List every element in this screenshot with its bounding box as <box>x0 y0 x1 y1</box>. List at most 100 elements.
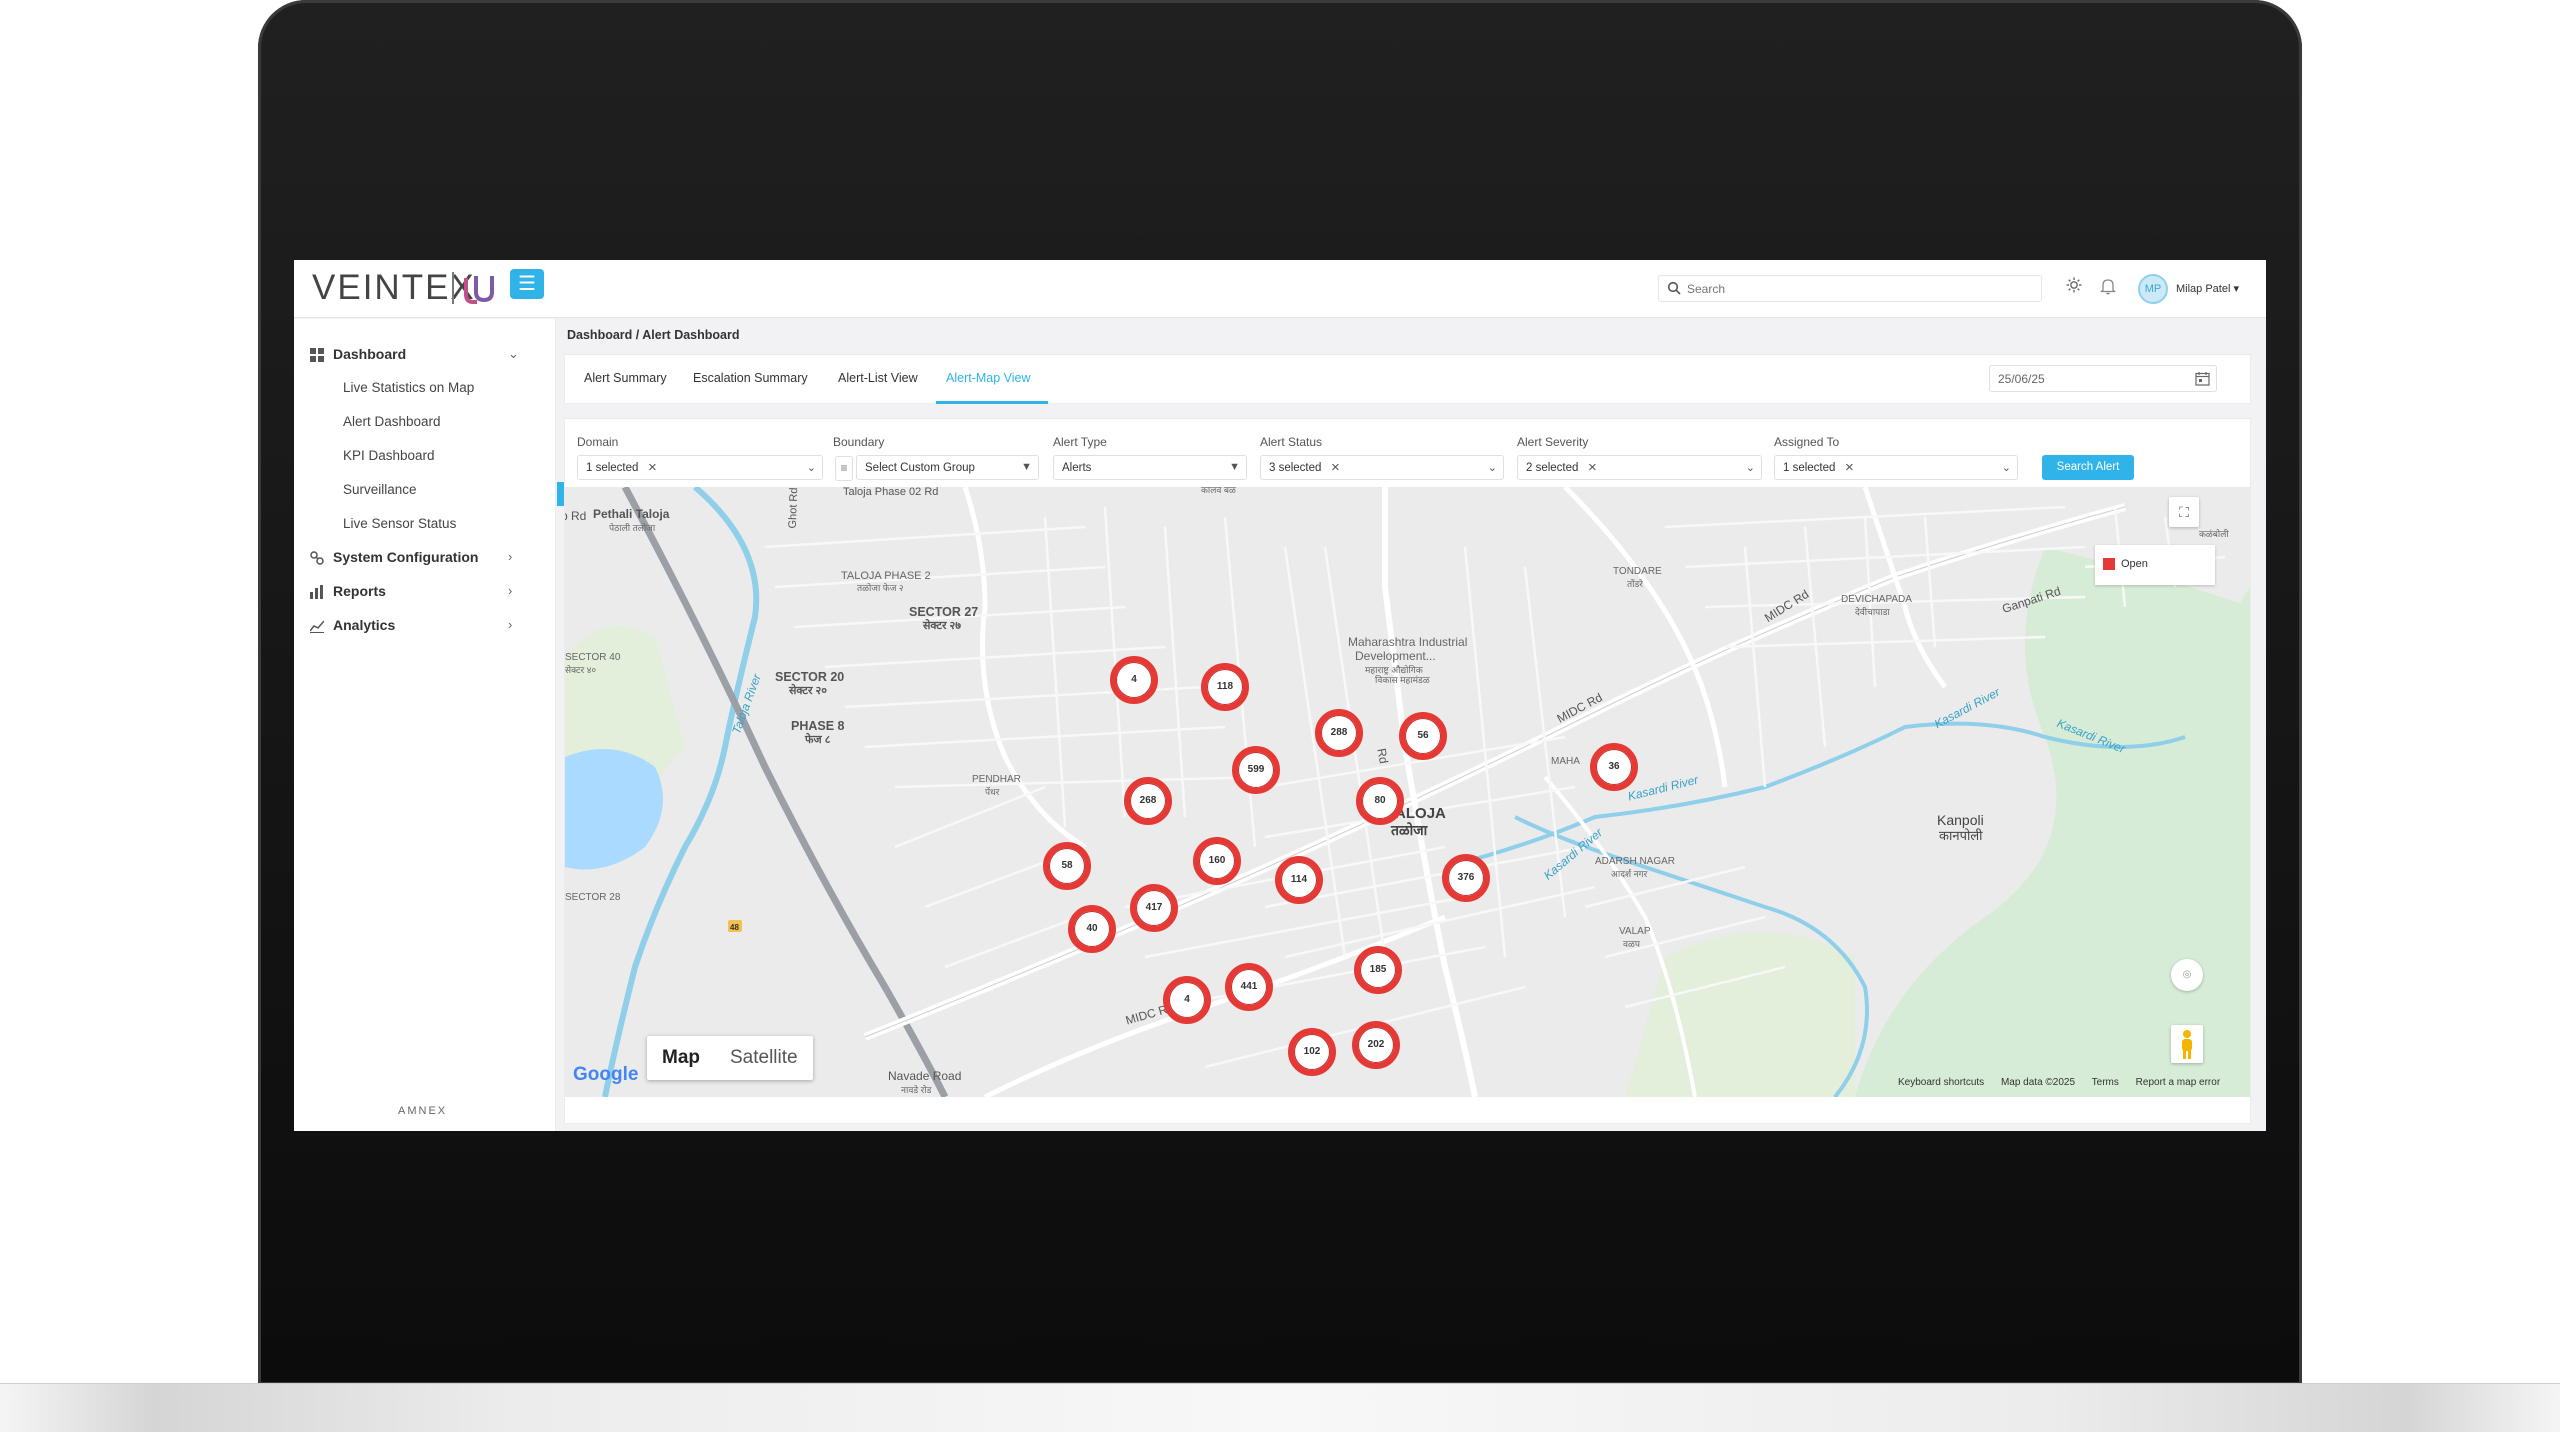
map-data-text: Map data ©2025 <box>2000 1077 2076 1088</box>
map-label: वळप <box>1623 939 1640 949</box>
sidebar-subitem-alert-dashboard[interactable]: Alert Dashboard <box>343 413 441 431</box>
map-attribution: Keyboard shortcuts Map data ©2025 Terms … <box>1898 1077 2234 1088</box>
alert-cluster-marker[interactable]: 58 <box>1043 842 1091 890</box>
brightness-icon[interactable] <box>2066 277 2082 293</box>
map-type-satellite-button[interactable]: Satellite <box>715 1036 813 1080</box>
clear-icon[interactable]: × <box>1588 459 1597 476</box>
calendar-icon[interactable] <box>2195 371 2210 386</box>
alert-cluster-marker[interactable]: 268 <box>1124 777 1172 825</box>
terms-link[interactable]: Terms <box>2092 1077 2119 1088</box>
alert-cluster-marker[interactable]: 102 <box>1288 1028 1336 1076</box>
map-label: MAHA <box>1551 756 1580 767</box>
map-label: कळंबोली <box>2199 529 2229 539</box>
alert-cluster-marker[interactable]: 160 <box>1193 837 1241 885</box>
tab-alert-map-view[interactable]: Alert-Map View <box>946 371 1031 385</box>
alert-type-select[interactable]: Alerts ▼ <box>1053 455 1247 480</box>
chevron-right-icon[interactable]: › <box>508 582 512 600</box>
location-icon[interactable]: ◎ <box>2171 959 2203 991</box>
alert-cluster-marker[interactable]: 185 <box>1354 946 1402 994</box>
map-label: SECTOR 20 <box>775 670 845 684</box>
alert-status-value: 3 selected <box>1269 462 1322 474</box>
map-label: पेठाली तलोजा <box>609 523 656 533</box>
street-view-pegman-icon[interactable] <box>2171 1025 2203 1063</box>
alert-cluster-marker[interactable]: 114 <box>1275 856 1323 904</box>
alert-cluster-marker[interactable]: 40 <box>1068 905 1116 953</box>
domain-select[interactable]: 1 selected × ⌄ <box>577 455 823 480</box>
search-icon <box>1667 281 1681 295</box>
map-label: तळोजा फेज २ <box>857 583 904 593</box>
alert-cluster-marker[interactable]: 417 <box>1130 884 1178 932</box>
alert-cluster-marker[interactable]: 4 <box>1163 976 1211 1024</box>
sidebar-item-analytics[interactable]: Analytics <box>310 616 395 634</box>
clear-icon[interactable]: × <box>648 459 657 476</box>
alert-cluster-marker[interactable]: 202 <box>1352 1021 1400 1069</box>
menu-toggle-button[interactable]: ☰ <box>510 269 544 299</box>
report-map-error-link[interactable]: Report a map error <box>2136 1077 2220 1088</box>
search-alert-button[interactable]: Search Alert <box>2042 455 2134 480</box>
alert-severity-select[interactable]: 2 selected × ⌄ <box>1517 455 1762 480</box>
assigned-to-select[interactable]: 1 selected × ⌄ <box>1774 455 2018 480</box>
chevron-right-icon[interactable]: › <box>508 616 512 634</box>
google-logo-text: Google <box>573 1064 639 1085</box>
keyboard-shortcuts-link[interactable]: Keyboard shortcuts <box>1898 1077 1984 1088</box>
map-base-layer <box>565 487 2250 1097</box>
bell-icon[interactable] <box>2100 277 2116 295</box>
user-menu[interactable]: Milap Patel ▾ <box>2176 282 2239 295</box>
sidebar-item-dashboard[interactable]: Dashboard <box>310 345 406 363</box>
sidebar-item-label: Reports <box>333 583 386 599</box>
map-label: Pethali Taloja <box>593 507 670 521</box>
alert-cluster-marker[interactable]: 56 <box>1399 712 1447 760</box>
caret-down-icon: ▼ <box>1229 461 1240 473</box>
alert-status-select[interactable]: 3 selected × ⌄ <box>1260 455 1504 480</box>
config-icon <box>310 551 324 566</box>
tab-alert-list-view[interactable]: Alert-List View <box>838 371 918 385</box>
clear-icon[interactable]: × <box>1331 459 1340 476</box>
map-label: सेक्टर २० <box>789 685 827 697</box>
chevron-right-icon[interactable]: › <box>508 548 512 566</box>
map-label: सेक्टर ४० <box>565 665 597 675</box>
alert-type-value: Alerts <box>1062 462 1092 474</box>
map-type-map-button[interactable]: Map <box>647 1036 715 1080</box>
map-label: आदर्श नगर <box>1611 869 1648 879</box>
chevron-down-icon: ▾ <box>2233 283 2240 295</box>
clear-icon[interactable]: × <box>1845 459 1854 476</box>
sidebar-subitem-surveillance[interactable]: Surveillance <box>343 481 417 499</box>
date-picker[interactable]: 25/06/25 <box>1989 365 2217 392</box>
search-input[interactable] <box>1687 279 2027 299</box>
alert-cluster-marker[interactable]: 4 <box>1110 656 1158 704</box>
map-label: Kanpoli <box>1937 812 1984 828</box>
tab-escalation-summary[interactable]: Escalation Summary <box>693 371 808 385</box>
legend-swatch <box>2103 558 2115 570</box>
map-label: कोलवे बळ <box>1201 487 1236 495</box>
alert-map[interactable]: p Rd Pethali Taloja पेठाली तलोजा Taloja … <box>565 487 2250 1097</box>
sidebar-item-reports[interactable]: Reports <box>310 582 386 600</box>
alert-cluster-marker[interactable]: 80 <box>1356 777 1404 825</box>
alert-cluster-marker[interactable]: 288 <box>1315 709 1363 757</box>
map-label: Maharashtra Industrial <box>1348 635 1468 649</box>
map-label: तोंडरे <box>1627 579 1643 589</box>
fullscreen-icon[interactable]: ⛶ <box>2169 497 2199 527</box>
alert-severity-value: 2 selected <box>1526 462 1579 474</box>
alert-cluster-marker[interactable]: 441 <box>1225 963 1273 1011</box>
alert-cluster-marker[interactable]: 36 <box>1590 743 1638 791</box>
chevron-down-icon[interactable]: ⌄ <box>508 345 519 363</box>
grid-icon <box>310 348 324 363</box>
bar-chart-icon <box>310 585 323 600</box>
sidebar-subitem-live-statistics[interactable]: Live Statistics on Map <box>343 379 474 397</box>
active-tab-indicator <box>936 401 1048 404</box>
global-search[interactable] <box>1658 275 2042 302</box>
sidebar-item-system-configuration[interactable]: System Configuration <box>310 548 478 566</box>
tab-alert-summary[interactable]: Alert Summary <box>584 371 667 385</box>
sidebar-subitem-live-sensor-status[interactable]: Live Sensor Status <box>343 515 456 533</box>
boundary-select[interactable]: ≡ Select Custom Group ▼ <box>835 455 1039 481</box>
logo-mark-icon <box>464 276 494 304</box>
chevron-down-icon: ⌄ <box>2001 462 2011 474</box>
alert-cluster-marker[interactable]: 599 <box>1232 746 1280 794</box>
alert-cluster-marker[interactable]: 118 <box>1201 663 1249 711</box>
alert-cluster-marker[interactable]: 376 <box>1442 854 1490 902</box>
map-label: देवीचापाडा <box>1855 607 1890 617</box>
sidebar-item-label: Dashboard <box>333 346 407 362</box>
sidebar-subitem-kpi-dashboard[interactable]: KPI Dashboard <box>343 447 435 465</box>
avatar[interactable]: MP <box>2138 274 2168 304</box>
map-label: Rd <box>1374 747 1391 765</box>
